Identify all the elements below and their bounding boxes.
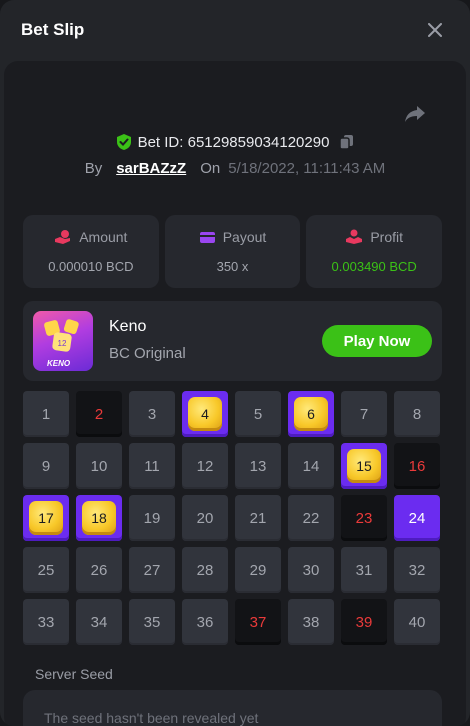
share-icon — [405, 106, 425, 122]
keno-tile-4: 4 — [182, 391, 228, 437]
stat-payout-head: Payout — [199, 229, 267, 245]
stat-payout-label: Payout — [222, 229, 267, 245]
keno-tile-37: 37 — [235, 599, 281, 645]
keno-tile-38: 38 — [288, 599, 334, 645]
server-seed-label: Server Seed — [35, 666, 113, 682]
profit-hand-icon — [346, 229, 363, 244]
gem-icon: 15 — [347, 449, 381, 483]
keno-tile-27: 27 — [129, 547, 175, 593]
stat-profit-label: Profit — [370, 229, 404, 245]
keno-tile-23: 23 — [341, 495, 387, 541]
on-label: On — [200, 159, 221, 177]
bet-slip-modal: Bet Slip Bet ID: 65129859034120290 By sa… — [0, 0, 470, 726]
keno-grid: 1 2 3 4 5 6 7 8 9 10 11 12 13 14 15 16 17 18 19 20 21 22 23 24 2… — [23, 391, 442, 645]
keno-tile-1: 1 — [23, 391, 69, 437]
keno-thumbnail: 12 KENO — [33, 311, 93, 371]
keno-tile-7: 7 — [341, 391, 387, 437]
keno-tile-32: 32 — [394, 547, 440, 593]
bet-stats: Amount 0.000010 BCD Payout 350 x Profit — [23, 215, 443, 288]
keno-tile-9: 9 — [23, 443, 69, 489]
keno-thumb-label: KENO — [47, 359, 71, 368]
bet-id: Bet ID: 65129859034120290 — [137, 133, 330, 151]
bet-date: 5/18/2022, 11:11:43 AM — [228, 159, 386, 177]
stat-profit-value: 0.003490 BCD — [331, 259, 417, 274]
keno-tile-3: 3 — [129, 391, 175, 437]
bet-id-row: Bet ID: 65129859034120290 — [0, 131, 470, 153]
modal-header: Bet Slip — [0, 0, 470, 60]
keno-tile-14: 14 — [288, 443, 334, 489]
gem-icon: 4 — [188, 397, 222, 431]
keno-tile-20: 20 — [182, 495, 228, 541]
keno-tile-15: 15 — [341, 443, 387, 489]
keno-tile-13: 13 — [235, 443, 281, 489]
shield-check-icon — [116, 134, 131, 150]
keno-tile-30: 30 — [288, 547, 334, 593]
bet-meta-row: By sarBAZzZ On 5/18/2022, 11:11:43 AM — [0, 157, 470, 179]
keno-tile-31: 31 — [341, 547, 387, 593]
stat-payout-value: 350 x — [216, 259, 249, 274]
keno-tile-35: 35 — [129, 599, 175, 645]
keno-tile-18: 18 — [76, 495, 122, 541]
server-seed-box: The seed hasn't been revealed yet — [23, 690, 442, 726]
modal-title: Bet Slip — [21, 20, 85, 39]
keno-tile-21: 21 — [235, 495, 281, 541]
keno-tile-2: 2 — [76, 391, 122, 437]
gem-icon: 18 — [82, 501, 116, 535]
keno-tile-8: 8 — [394, 391, 440, 437]
keno-tile-40: 40 — [394, 599, 440, 645]
keno-tile-22: 22 — [288, 495, 334, 541]
wallet-icon — [199, 232, 215, 243]
keno-tile-16: 16 — [394, 443, 440, 489]
keno-tile-33: 33 — [23, 599, 69, 645]
keno-tile-19: 19 — [129, 495, 175, 541]
keno-dice-icon: 12 KENO — [44, 319, 79, 368]
keno-tile-10: 10 — [76, 443, 122, 489]
keno-tile-28: 28 — [182, 547, 228, 593]
share-button[interactable] — [404, 104, 426, 124]
play-now-button[interactable]: Play Now — [322, 325, 432, 357]
stat-profit: Profit 0.003490 BCD — [306, 215, 443, 288]
by-label: By — [84, 159, 103, 177]
stat-amount: Amount 0.000010 BCD — [23, 215, 159, 288]
gem-icon: 6 — [294, 397, 328, 431]
keno-tile-29: 29 — [235, 547, 281, 593]
game-subtitle: BC Original — [109, 345, 186, 362]
user-link[interactable]: sarBAZzZ — [116, 160, 186, 177]
keno-tile-6: 6 — [288, 391, 334, 437]
gem-icon: 17 — [29, 501, 63, 535]
keno-tile-5: 5 — [235, 391, 281, 437]
coin-hand-icon — [55, 230, 71, 244]
keno-tile-12: 12 — [182, 443, 228, 489]
stat-payout: Payout 350 x — [164, 215, 301, 288]
copy-button[interactable] — [339, 134, 354, 150]
stat-profit-head: Profit — [345, 229, 403, 245]
keno-tile-34: 34 — [76, 599, 122, 645]
server-seed-text: The seed hasn't been revealed yet — [44, 710, 259, 726]
keno-tile-24: 24 — [394, 495, 440, 541]
keno-tile-17: 17 — [23, 495, 69, 541]
copy-icon — [339, 135, 354, 150]
game-card: 12 KENO Keno BC Original Play Now — [23, 301, 442, 381]
svg-text:12: 12 — [58, 339, 67, 348]
keno-tile-25: 25 — [23, 547, 69, 593]
keno-tile-26: 26 — [76, 547, 122, 593]
stat-amount-label: Amount — [79, 229, 128, 245]
stat-amount-value: 0.000010 BCD — [48, 259, 134, 274]
keno-tile-36: 36 — [182, 599, 228, 645]
stat-amount-head: Amount — [54, 229, 127, 245]
game-name: Keno — [109, 318, 147, 335]
close-button[interactable] — [424, 19, 446, 41]
keno-tile-39: 39 — [341, 599, 387, 645]
keno-tile-11: 11 — [129, 443, 175, 489]
close-icon — [428, 23, 442, 37]
